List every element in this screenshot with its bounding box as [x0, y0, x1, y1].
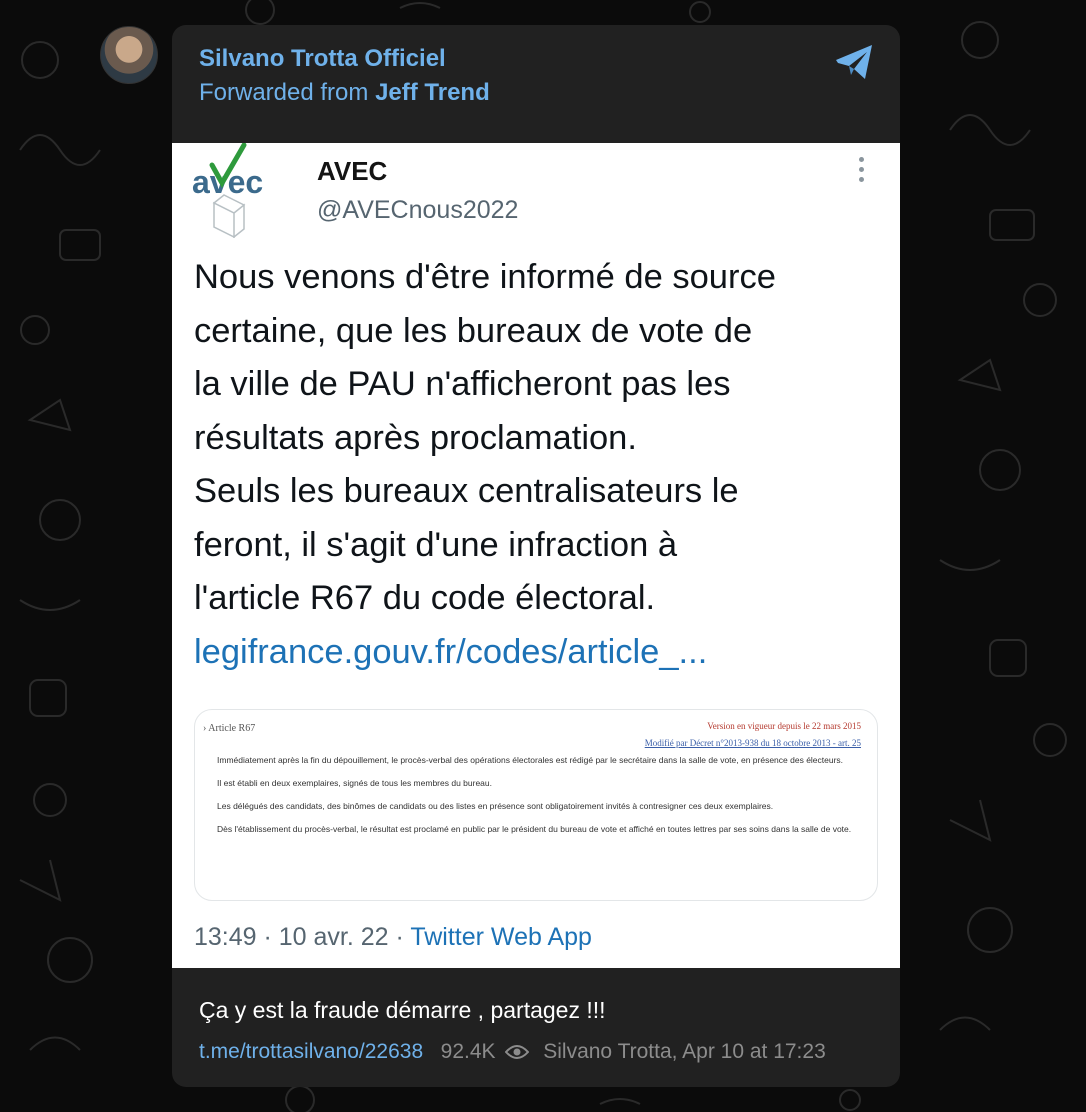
- forwarded-prefix: Forwarded from: [199, 79, 369, 106]
- tweet-time: 13:49 · 10 avr. 22 ·: [194, 923, 404, 951]
- telegram-share-icon[interactable]: [832, 39, 878, 85]
- more-dots-icon: [858, 157, 866, 183]
- tweet-screenshot[interactable]: avec AVEC @AVECnous2022 Nous venons d'êt…: [172, 143, 900, 968]
- view-count: 92.4K: [440, 1040, 496, 1063]
- card-paragraph: Les délégués des candidats, des binômes …: [217, 801, 774, 811]
- tweet-line: résultats après proclamation.: [194, 418, 637, 457]
- eye-icon: [505, 1045, 530, 1060]
- tweet-line: feront, il s'agit d'une infraction à: [194, 525, 678, 564]
- tweet-line: certaine, que les bureaux de vote de: [194, 311, 753, 350]
- message-bubble: Silvano Trotta Officiel Forwarded from J…: [172, 25, 900, 1087]
- card-version: Version en vigueur depuis le 22 mars 201…: [707, 721, 861, 731]
- tweet-line: Seuls les bureaux centralisateurs le: [194, 472, 739, 510]
- card-body: Immédiatement après la fin du dépouillem…: [217, 754, 857, 846]
- post-link[interactable]: t.me/trottasilvano/22638: [199, 1040, 423, 1063]
- tweet-text: Nous venons d'être informé de source cer…: [194, 251, 884, 679]
- message-footer: t.me/trottasilvano/22638 92.4K Silvano T…: [199, 1040, 826, 1064]
- message-caption: Ça y est la fraude démarre , partagez !!…: [199, 997, 606, 1023]
- link-preview-card: › Article R67 Version en vigueur depuis …: [194, 709, 878, 901]
- card-paragraph: Il est établi en deux exemplaires, signé…: [217, 778, 492, 788]
- tweet-meta: 13:49 · 10 avr. 22 · Twitter Web App: [194, 923, 592, 952]
- channel-avatar[interactable]: [100, 26, 158, 84]
- forwarded-source[interactable]: Jeff Trend: [375, 79, 490, 106]
- tweet-source: Twitter Web App: [410, 923, 592, 951]
- avec-logo: avec: [192, 143, 263, 238]
- tweet-line: la ville de PAU n'afficheront pas les: [194, 365, 731, 403]
- channel-name[interactable]: Silvano Trotta Officiel: [199, 45, 446, 73]
- tweet-line: l'article R67 du code électoral.: [194, 579, 656, 617]
- card-paragraph: Dès l'établissement du procès-verbal, le…: [217, 824, 852, 834]
- card-paragraph: Immédiatement après la fin du dépouillem…: [217, 755, 844, 765]
- post-signature: Silvano Trotta, Apr 10 at 17:23: [543, 1040, 826, 1063]
- forwarded-from[interactable]: Forwarded from Jeff Trend: [199, 79, 490, 107]
- tweet-handle: @AVECnous2022: [317, 196, 519, 224]
- tweet-line: Nous venons d'être informé de source: [194, 258, 776, 296]
- tweet-link: legifrance.gouv.fr/codes/article_...: [194, 632, 708, 671]
- card-article-title: › Article R67: [203, 723, 256, 734]
- tweet-account-name: AVEC: [317, 156, 388, 186]
- card-modified: Modifié par Décret n°2013-938 du 18 octo…: [644, 738, 861, 748]
